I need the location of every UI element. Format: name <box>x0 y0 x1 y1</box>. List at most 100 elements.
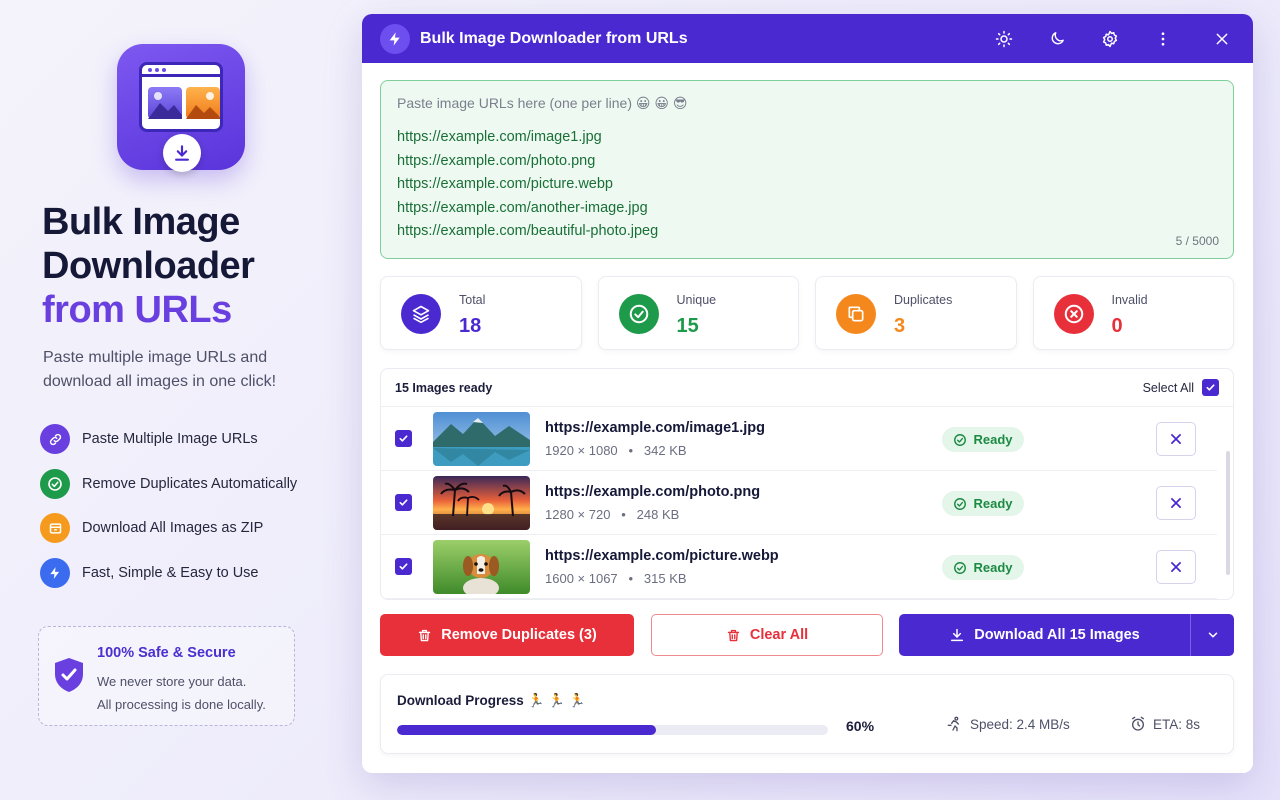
row-checkbox[interactable] <box>395 558 412 575</box>
image-size: 315 KB <box>643 571 687 586</box>
url-input[interactable]: Paste image URLs here (one per line) 😀 😀… <box>380 80 1234 259</box>
image-meta: 1920 × 1080 • 342 KB <box>545 443 687 458</box>
stat-unique: Unique 15 <box>597 276 799 350</box>
progress-title: Download Progress 🏃 🏃 🏃 <box>397 693 586 708</box>
image-row: https://example.com/picture.webp 1600 × … <box>381 535 1217 599</box>
progress-bar <box>397 725 828 735</box>
remove-image-button[interactable] <box>1156 486 1196 520</box>
clear-all-button[interactable]: Clear All <box>651 614 883 656</box>
status-badge: Ready <box>942 427 1024 452</box>
check-circle-icon <box>618 294 659 334</box>
feature-label: Remove Duplicates Automatically <box>82 475 298 492</box>
feature-item: Paste Multiple Image URLs <box>40 424 297 454</box>
light-theme-button[interactable] <box>991 26 1017 52</box>
security-line: We never store your data. <box>97 674 247 689</box>
hero-title-accent: from URLs <box>42 289 232 331</box>
status-label: Ready <box>973 560 1013 575</box>
image-dimensions: 1280 × 720 <box>545 507 611 522</box>
intro-panel: Bulk Image Downloader from URLs Paste mu… <box>0 0 350 800</box>
download-all-button[interactable]: Download All 15 Images <box>899 614 1190 656</box>
zip-icon <box>40 513 70 543</box>
more-vertical-icon <box>1161 31 1165 46</box>
moon-icon <box>1051 32 1064 45</box>
image-dimensions: 1600 × 1067 <box>545 571 618 586</box>
more-menu-button[interactable] <box>1150 26 1176 52</box>
stats-bar: Total 18 Unique 15 Duplicates 3 Invalid … <box>380 276 1234 350</box>
feature-label: Paste Multiple Image URLs <box>82 431 258 447</box>
image-meta: 1600 × 1067 • 315 KB <box>545 571 687 586</box>
url-line: https://example.com/photo.png <box>397 152 596 169</box>
sun-icon <box>995 30 1013 47</box>
browser-window-icon <box>139 62 223 132</box>
copy-icon <box>836 294 876 334</box>
image-url: https://example.com/image1.jpg <box>545 420 765 436</box>
url-line: https://example.com/beautiful-photo.jpeg <box>397 223 659 239</box>
status-badge: Ready <box>942 555 1024 580</box>
close-window-button[interactable] <box>1209 26 1235 52</box>
image-row: https://example.com/photo.png 1280 × 720… <box>381 471 1217 535</box>
dark-theme-button[interactable] <box>1044 26 1070 52</box>
select-all[interactable]: Select All <box>1143 379 1219 396</box>
feature-item: Remove Duplicates Automatically <box>40 468 298 499</box>
close-icon <box>1171 562 1181 572</box>
image-row: https://example.com/image1.jpg 1920 × 10… <box>381 407 1217 471</box>
check-circle-icon <box>954 497 967 510</box>
speed-label: Speed: 2.4 MB/s <box>970 716 1070 732</box>
status-label: Ready <box>973 496 1013 511</box>
select-all-checkbox[interactable] <box>1202 379 1219 396</box>
image-list: 15 Images ready Select All https://examp… <box>380 368 1234 600</box>
x-circle-icon <box>1053 294 1094 334</box>
stat-label: Invalid <box>1111 293 1148 307</box>
image-list-header: 15 Images ready Select All <box>381 369 1233 407</box>
download-icon <box>951 628 964 642</box>
hero-title-line2: Downloader <box>42 245 255 287</box>
download-options-button[interactable] <box>1190 614 1234 656</box>
stat-value: 0 <box>1111 315 1123 337</box>
feature-label: Fast, Simple & Easy to Use <box>82 564 259 581</box>
layers-icon <box>401 294 441 334</box>
window-controls <box>964 26 1253 52</box>
trash-icon <box>419 629 431 641</box>
alarm-clock-icon <box>1132 716 1144 731</box>
progress-percent: 60% <box>846 718 875 734</box>
image-url: https://example.com/picture.webp <box>545 548 779 564</box>
window-title: Bulk Image Downloader from URLs <box>420 29 688 47</box>
shield-icon <box>53 657 85 698</box>
check-circle-icon <box>954 433 967 446</box>
download-speed: Speed: 2.4 MB/s <box>947 716 1070 732</box>
image-icon <box>148 87 182 119</box>
stat-label: Unique <box>676 293 717 307</box>
remove-image-button[interactable] <box>1156 422 1196 456</box>
link-icon <box>40 424 70 454</box>
remove-image-button[interactable] <box>1156 550 1196 584</box>
feature-label: Download All Images as ZIP <box>82 520 264 536</box>
settings-button[interactable] <box>1097 26 1123 52</box>
images-ready-count: 15 Images ready <box>395 380 493 395</box>
row-checkbox[interactable] <box>395 430 412 447</box>
stat-value: 18 <box>459 315 482 337</box>
close-icon <box>1216 33 1228 44</box>
url-count: 5 / 5000 <box>1175 234 1219 248</box>
url-input-placeholder: Paste image URLs here (one per line) 😀 😀… <box>397 95 688 111</box>
security-line: All processing is done locally. <box>97 697 266 712</box>
hero-subtitle: Paste multiple image URLs and download a… <box>43 349 277 390</box>
image-icon <box>186 87 220 119</box>
image-rows: https://example.com/image1.jpg 1920 × 10… <box>381 407 1233 599</box>
image-dimensions: 1920 × 1080 <box>545 443 618 458</box>
image-thumbnail-mountain-lake <box>433 412 530 466</box>
stat-label: Duplicates <box>894 293 953 307</box>
chevron-down-icon <box>1208 632 1217 638</box>
list-scrollbar[interactable] <box>1226 451 1230 575</box>
app-logo <box>117 44 245 172</box>
remove-duplicates-button[interactable]: Remove Duplicates (3) <box>380 614 634 656</box>
download-progress: Download Progress 🏃 🏃 🏃 60% Speed: 2.4 M… <box>380 674 1234 754</box>
image-size: 248 KB <box>636 507 680 522</box>
bolt-icon <box>40 557 70 588</box>
row-checkbox[interactable] <box>395 494 412 511</box>
stat-invalid: Invalid 0 <box>1032 276 1234 350</box>
stat-total: Total 18 <box>380 276 582 350</box>
select-all-label: Select All <box>1142 380 1194 395</box>
image-thumbnail-puppy <box>433 540 530 594</box>
stat-value: 15 <box>676 315 699 337</box>
hero-title: Bulk Image Downloader from URLs <box>42 200 255 332</box>
